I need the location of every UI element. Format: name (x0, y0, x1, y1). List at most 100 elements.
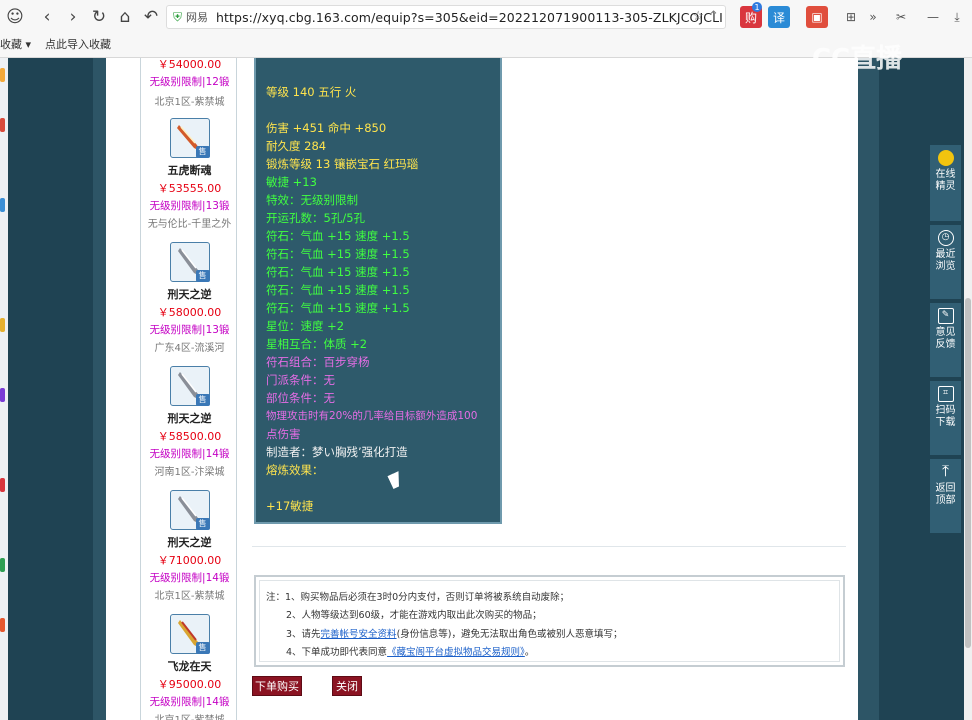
side-label: 反馈 (935, 339, 956, 350)
import-bookmarks-link[interactable]: 点此导入收藏 (45, 36, 111, 52)
url-text[interactable]: https://xyq.cbg.163.com/equip?s=305&eid=… (216, 10, 723, 25)
sect-line: 门派条件：无 (266, 373, 335, 387)
weapon-thumbnail[interactable]: 售 (169, 242, 210, 282)
right-side-panel: 在线 精灵 ◷ 最近 浏览 ✎ 意见 反馈 ⌗ 扫码 下载 ⤒ 返回 顶部 (930, 145, 961, 533)
similar-items-list: ￥54000.00 无级别限制|12锻 北京1区-紫禁城 售 五虎断魂 ￥535… (140, 58, 237, 720)
item-price: ￥58500.00 (157, 430, 222, 443)
item-server: 广东4区-流溪河 (154, 343, 225, 354)
cc-live-watermark: CC直播 (812, 44, 903, 74)
item-name[interactable]: 刑天之逆 (141, 534, 236, 550)
forge-line: 锻炼等级 13 镶嵌宝石 红玛瑙 (266, 157, 419, 171)
reload-icon[interactable]: ↻ (86, 4, 112, 30)
side-label: 浏览 (935, 261, 956, 272)
side-label: 在线 (935, 169, 956, 180)
app-icon: ☺ (6, 6, 24, 27)
weapon-thumbnail[interactable]: 售 (169, 490, 210, 530)
back-icon[interactable]: ‹ (34, 4, 60, 30)
address-bar[interactable]: ⛨ 网易 https://xyq.cbg.163.com/equip?s=305… (166, 5, 726, 29)
edit-icon: ✎ (937, 308, 954, 324)
place-order-button[interactable]: 下单购买 (252, 676, 302, 696)
close-button[interactable]: 关闭 (332, 676, 362, 696)
list-item[interactable]: 售 五虎断魂 ￥53555.00 无级别限制|13锻 无与伦比-千里之外 (141, 118, 236, 230)
rune-line: 符石：气血 +15 速度 +1.5 (266, 283, 410, 297)
item-server: 河南1区-汴梁城 (154, 467, 225, 478)
side-label: 返回 (935, 483, 956, 494)
game-extension-icon[interactable]: ▣ (806, 6, 828, 28)
item-name[interactable]: 五虎断魂 (141, 162, 236, 178)
section-divider (252, 546, 846, 547)
sell-tag: 售 (195, 518, 210, 530)
side-label: 意见 (935, 327, 956, 338)
apps-grid-icon[interactable]: ⊞ (840, 6, 862, 28)
item-limit: 无级别限制|14锻 (149, 572, 230, 584)
maker-line: 制造者：梦い胸残’强化打造 (266, 445, 408, 459)
item-limit: 无级别限制|13锻 (149, 200, 230, 212)
bookmarks-menu[interactable]: 收藏 ▾ (0, 36, 31, 52)
secure-shield-icon: ⛨ (173, 9, 183, 24)
item-server: 北京1区-紫禁城 (154, 97, 225, 108)
notice-line-4: 4、下单成功即代表同意《藏宝阁平台虚拟物品交易规则》。 (286, 644, 534, 658)
rune-line: 符石：气血 +15 速度 +1.5 (266, 247, 410, 261)
item-server: 无与伦比-千里之外 (147, 219, 232, 230)
back-to-top-button[interactable]: ⤒ 返回 顶部 (930, 459, 961, 533)
list-item[interactable]: 售 飞龙在天 ￥95000.00 无级别限制|14锻 北京1区-紫禁城 (141, 614, 236, 720)
item-price: ￥53555.00 (157, 182, 222, 195)
rune-line: 符石：气血 +15 速度 +1.5 (266, 229, 410, 243)
notice-line-3: 3、请先完善帐号安全资料(身份信息等)，避免无法取出角色或被别人恶意填写； (286, 626, 622, 640)
clock-icon: ◷ (937, 230, 954, 246)
sell-tag: 售 (195, 146, 210, 158)
item-name[interactable]: 飞龙在天 (141, 658, 236, 674)
refine-line: 熔炼效果： (266, 463, 324, 477)
translate-extension[interactable]: 译 (768, 6, 790, 28)
effect-line-2: 点伤害 (266, 427, 301, 441)
notice-text: 4、下单成功即代表同意 (286, 647, 388, 658)
weapon-thumbnail[interactable]: 售 (169, 614, 210, 654)
download-icon[interactable]: ⤓ (946, 6, 968, 28)
feedback-button[interactable]: ✎ 意见 反馈 (930, 303, 961, 377)
item-price: ￥95000.00 (157, 678, 222, 691)
refine-value: +17敏捷 (266, 499, 314, 513)
slots-line: 开运孔数：5孔/5孔 (266, 211, 366, 225)
equipment-detail-panel: 等级 140 五行 火 伤害 +451 命中 +850 耐久度 284 锻炼等级… (254, 58, 502, 524)
side-label: 最近 (935, 249, 956, 260)
forward-icon[interactable]: › (60, 4, 86, 30)
arrow-up-icon: ⤒ (941, 461, 950, 480)
combo-line: 符石组合：百步穿杨 (266, 355, 370, 369)
special-line: 特效：无级别限制 (266, 193, 358, 207)
scrollbar-thumb[interactable] (965, 298, 971, 648)
item-name[interactable]: 刑天之逆 (141, 286, 236, 302)
list-item[interactable]: ￥54000.00 无级别限制|12锻 北京1区-紫禁城 (141, 58, 236, 108)
item-limit: 无级别限制|13锻 (149, 324, 230, 336)
undo-icon[interactable]: ↶ (138, 4, 164, 30)
recent-browse-button[interactable]: ◷ 最近 浏览 (930, 225, 961, 299)
bookmark-star-icon[interactable]: ☆ ↑ (692, 9, 719, 24)
damage-line: 伤害 +451 命中 +850 (266, 121, 387, 135)
rune-line: 符石：气血 +15 速度 +1.5 (266, 301, 410, 315)
weapon-thumbnail[interactable]: 售 (169, 366, 210, 406)
home-icon[interactable]: ⌂ (112, 4, 138, 30)
weapon-thumbnail[interactable]: 售 (169, 118, 210, 158)
scissors-icon[interactable]: ✂ (890, 6, 912, 28)
list-item[interactable]: 售 刑天之逆 ￥58500.00 无级别限制|14锻 河南1区-汴梁城 (141, 366, 236, 478)
extension-badge: 1 (752, 2, 762, 12)
effect-line: 物理攻击时有20%的几率给目标额外造成100 (266, 410, 478, 422)
durability-line: 耐久度 284 (266, 139, 327, 153)
rune-line: 符石：气血 +15 速度 +1.5 (266, 265, 410, 279)
star-match-line: 星相互合：体质 +2 (266, 337, 368, 351)
online-assistant-button[interactable]: 在线 精灵 (930, 145, 961, 221)
level-line: 等级 140 五行 火 (266, 85, 357, 99)
side-label: 顶部 (935, 495, 956, 506)
page-scrollbar[interactable] (964, 58, 972, 720)
item-limit: 无级别限制|12锻 (149, 76, 230, 88)
account-security-link[interactable]: 完善帐号安全资料 (321, 629, 397, 640)
scan-download-button[interactable]: ⌗ 扫码 下载 (930, 381, 961, 455)
more-chevron-icon[interactable]: » (862, 6, 884, 28)
notice-line-1: 注：1、购买物品后必须在3时0分内支付，否则订单将被系统自动废除； (266, 592, 570, 603)
trading-rules-link[interactable]: 《藏宝阁平台虚拟物品交易规则》 (387, 647, 525, 658)
minimize-icon[interactable]: — (922, 6, 944, 28)
site-label: 网易 (186, 11, 209, 24)
purchase-notice: 注：1、购买物品后必须在3时0分内支付，否则订单将被系统自动废除； 2、人物等级… (254, 575, 845, 667)
item-name[interactable]: 刑天之逆 (141, 410, 236, 426)
list-item[interactable]: 售 刑天之逆 ￥58000.00 无级别限制|13锻 广东4区-流溪河 (141, 242, 236, 354)
list-item[interactable]: 售 刑天之逆 ￥71000.00 无级别限制|14锻 北京1区-紫禁城 (141, 490, 236, 602)
